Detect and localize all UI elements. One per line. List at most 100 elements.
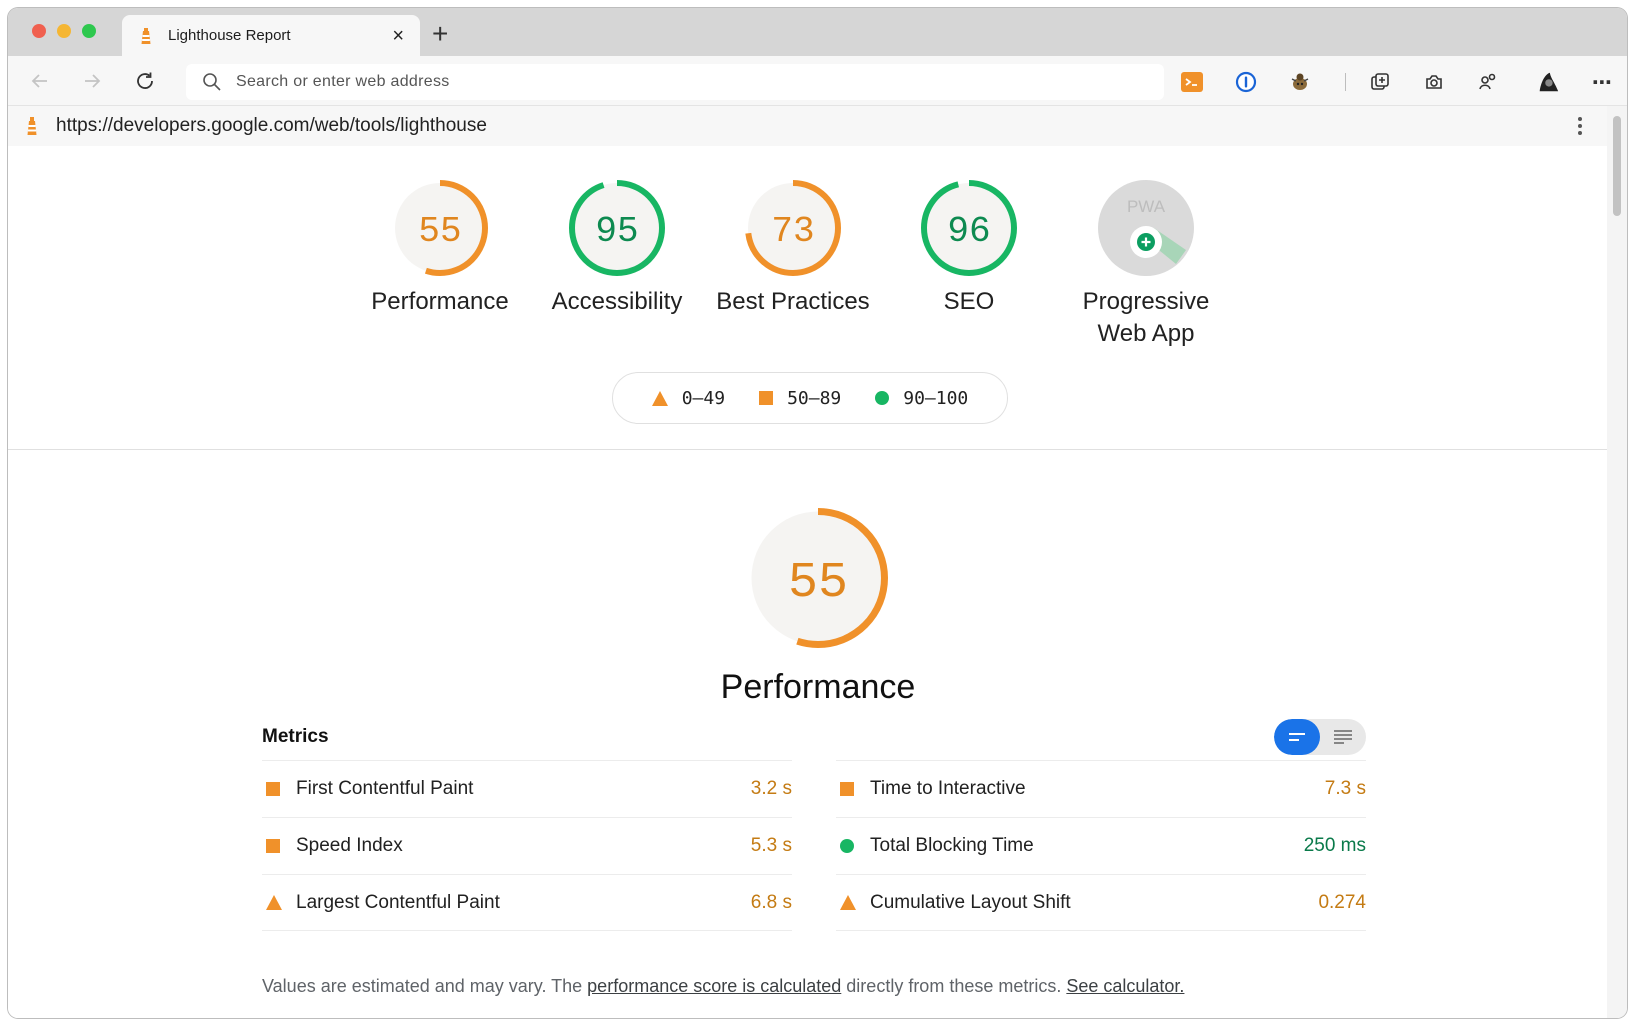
- forward-button[interactable]: [80, 69, 104, 93]
- password-manager-icon[interactable]: [1234, 70, 1258, 94]
- back-button[interactable]: [28, 69, 52, 93]
- metric-indicator: [836, 782, 870, 796]
- score-ring: 55: [392, 180, 488, 276]
- square-icon: [266, 782, 280, 796]
- legend-average-range: 50–89: [787, 387, 842, 409]
- gauge-score: 55: [788, 555, 848, 612]
- metric-row-total-blocking-time: Total Blocking Time 250 ms: [836, 817, 1366, 874]
- compact-view-button[interactable]: [1274, 719, 1320, 755]
- gauge-label: Accessibility: [551, 288, 683, 315]
- legend-fail-range: 0–49: [681, 387, 726, 409]
- metric-name: Speed Index: [296, 835, 403, 856]
- metric-indicator: [836, 895, 870, 910]
- metric-indicator: [262, 782, 296, 796]
- app-url-bar: https://developers.google.com/web/tools/…: [8, 106, 1627, 146]
- search-input[interactable]: [236, 73, 1116, 91]
- metric-name: Largest Contentful Paint: [296, 891, 500, 913]
- square-icon: [840, 782, 854, 796]
- close-tab-icon[interactable]: ×: [392, 26, 404, 46]
- metrics-header: Metrics: [262, 714, 1366, 760]
- score-legend: 0–49 50–89 90–100: [612, 372, 1008, 424]
- metric-row-largest-contentful-paint: Largest Contentful Paint 6.8 s: [262, 874, 792, 931]
- close-window-button[interactable]: [32, 24, 46, 38]
- search-icon: [203, 73, 221, 91]
- scrollbar-thumb[interactable]: [1613, 116, 1621, 216]
- gauge-score: 95: [595, 211, 638, 252]
- reload-button[interactable]: [133, 69, 157, 93]
- metrics-footnote: Values are estimated and may vary. The p…: [262, 976, 1184, 997]
- metric-value: 7.3 s: [1324, 778, 1366, 799]
- metric-row-first-contentful-paint: First Contentful Paint 3.2 s: [262, 760, 792, 817]
- score-ring: 73: [745, 180, 841, 276]
- lighthouse-icon: [141, 27, 151, 44]
- see-calculator-link[interactable]: See calculator.: [1066, 976, 1184, 996]
- tab-strip: Lighthouse Report × +: [8, 8, 1627, 56]
- scrollbar[interactable]: [1607, 106, 1627, 1018]
- pwa-badge-text: PWA: [1127, 197, 1166, 216]
- performance-title: Performance: [720, 668, 916, 706]
- user-avatar[interactable]: [1536, 70, 1560, 94]
- expanded-view-button[interactable]: [1320, 719, 1366, 755]
- legend-pass-range: 90–100: [903, 387, 969, 409]
- gauge-label: Progressive Web App: [1082, 288, 1210, 347]
- metric-value: 0.274: [1318, 891, 1366, 913]
- bug-extension-icon[interactable]: [1288, 70, 1312, 94]
- metric-name: First Contentful Paint: [296, 778, 474, 799]
- metrics-view-toggle[interactable]: [1274, 719, 1366, 755]
- metric-value: 250 ms: [1303, 835, 1366, 856]
- collections-icon[interactable]: [1368, 70, 1392, 94]
- triangle-icon: [651, 390, 668, 406]
- metric-value: 5.3 s: [750, 835, 792, 856]
- score-ring: 95: [569, 180, 665, 276]
- metric-row-cumulative-layout-shift: Cumulative Layout Shift 0.274: [836, 874, 1366, 931]
- metric-name: Time to Interactive: [870, 778, 1026, 799]
- devtools-extension-icon[interactable]: [1180, 70, 1204, 94]
- more-menu-icon[interactable]: ⋯: [1590, 70, 1614, 94]
- gauge-performance[interactable]: 55 Performance: [345, 178, 535, 318]
- toolbar-separator: [1345, 73, 1346, 91]
- metric-indicator: [836, 839, 870, 853]
- square-icon: [266, 839, 280, 853]
- browser-window: Lighthouse Report × + Search or enter we…: [8, 8, 1627, 1018]
- section-divider: [8, 449, 1607, 450]
- gauge-score: 96: [947, 211, 990, 252]
- metrics-left-column: First Contentful Paint 3.2 s Speed Index 5.…: [262, 760, 792, 931]
- gauge-label: SEO: [943, 288, 995, 315]
- score-calculated-link[interactable]: performance score is calculated: [587, 976, 841, 996]
- forward-arrow-icon: [85, 74, 101, 88]
- reload-icon: [137, 72, 153, 89]
- minimize-window-button[interactable]: [57, 24, 71, 38]
- footnote-text: Values are estimated and may vary. The: [262, 976, 588, 996]
- address-bar[interactable]: [186, 64, 1164, 100]
- gauge-seo[interactable]: 96 SEO: [874, 178, 1064, 318]
- footnote-text-middle: directly from these metrics.: [841, 976, 1067, 996]
- gauge-best-practices[interactable]: 73 Best Practices: [698, 178, 888, 318]
- metric-indicator: [262, 895, 296, 910]
- screenshot-icon[interactable]: [1422, 70, 1446, 94]
- metrics-section: Metrics First Contentful Paint 3.2 s Speed…: [262, 714, 1366, 931]
- metric-value: 3.2 s: [750, 778, 792, 799]
- legend-average: 50–89: [759, 388, 841, 409]
- app-url[interactable]: https://developers.google.com/web/tools/…: [56, 115, 487, 137]
- gauge-progressive-web-app[interactable]: PWA Progressive Web App: [1051, 178, 1241, 350]
- metric-row-speed-index: Speed Index 5.3 s: [262, 817, 792, 874]
- report-content: 55 Performance 95 Accessibility 73 Best Pract…: [8, 146, 1607, 1018]
- triangle-icon: [266, 895, 282, 910]
- tab-lighthouse-report[interactable]: Lighthouse Report ×: [122, 15, 420, 56]
- gauge-label: Performance: [371, 288, 509, 315]
- tab-title: Lighthouse Report: [168, 27, 291, 44]
- metric-row-time-to-interactive: Time to Interactive 7.3 s: [836, 760, 1366, 817]
- performance-score-ring: 55: [748, 508, 888, 648]
- legend-pass: 90–100: [875, 388, 968, 409]
- gauge-score: 55: [418, 211, 461, 252]
- new-tab-button[interactable]: +: [432, 20, 448, 48]
- legend-fail: 0–49: [651, 387, 726, 409]
- metric-indicator: [262, 839, 296, 853]
- circle-icon: [875, 391, 890, 405]
- app-menu-icon[interactable]: [1577, 116, 1583, 141]
- maximize-window-button[interactable]: [82, 24, 96, 38]
- gauge-score: 73: [771, 211, 814, 252]
- profiles-icon[interactable]: [1476, 70, 1500, 94]
- gauge-accessibility[interactable]: 95 Accessibility: [522, 178, 712, 318]
- toolbar: ⋯: [8, 56, 1627, 106]
